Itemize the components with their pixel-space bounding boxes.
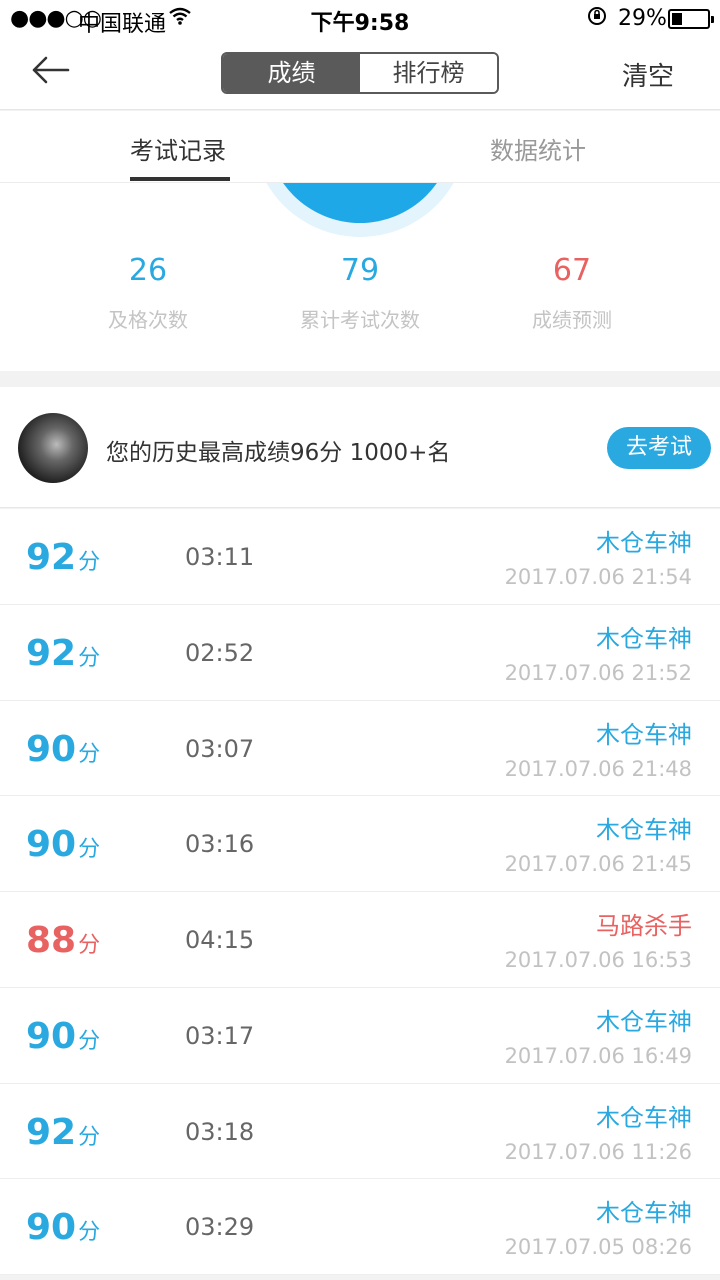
clock: 下午9:58 — [310, 11, 410, 36]
record-title: 木仓车神 — [596, 1199, 692, 1228]
stat-value: 26 — [128, 253, 168, 288]
score-unit: 分 — [78, 550, 101, 575]
segment-ranking[interactable]: 排行榜 — [360, 54, 497, 92]
record-title: 木仓车神 — [596, 1103, 692, 1132]
stat-pass-count: 26 及格次数 — [28, 253, 268, 333]
back-button[interactable] — [30, 50, 80, 94]
record-row[interactable]: 92分 03:11 木仓车神 2017.07.06 21:54 — [0, 509, 720, 605]
record-score: 90分 — [26, 1207, 100, 1248]
orientation-lock-icon — [586, 5, 608, 32]
record-date: 2017.07.06 11:26 — [504, 1139, 692, 1164]
record-score: 92分 — [26, 633, 100, 674]
record-score: 92分 — [26, 1112, 100, 1153]
stats-panel: 26 及格次数 79 累计考试次数 67 成绩预测 — [0, 183, 720, 371]
record-date: 2017.07.06 16:53 — [504, 948, 692, 972]
record-duration: 04:15 — [185, 926, 255, 954]
avatar[interactable] — [18, 413, 88, 483]
record-date: 2017.07.06 21:54 — [504, 565, 692, 589]
score-unit: 分 — [78, 1124, 101, 1150]
exam-record-list: 92分 03:11 木仓车神 2017.07.06 21:54 92分 02:52 木仓车神… — [0, 509, 720, 1275]
record-date: 2017.07.06 21:48 — [504, 756, 692, 781]
battery-fill — [672, 13, 682, 25]
score-value: 88 — [26, 920, 77, 961]
score-value: 90 — [26, 728, 77, 770]
record-score: 90分 — [26, 824, 100, 865]
stat-label: 成绩预测 — [532, 308, 612, 332]
record-title: 马路杀手 — [596, 912, 692, 940]
score-unit: 分 — [78, 837, 101, 863]
record-row[interactable]: 90分 03:07 木仓车神 2017.07.06 21:48 — [0, 701, 720, 797]
score-unit: 分 — [78, 1220, 101, 1246]
record-score: 90分 — [26, 729, 100, 770]
record-duration: 02:52 — [185, 638, 255, 667]
stat-score-prediction: 67 成绩预测 — [452, 253, 692, 333]
record-title: 木仓车神 — [596, 816, 692, 845]
score-unit: 分 — [78, 933, 101, 958]
back-arrow-icon — [32, 56, 70, 84]
tab-data-statistics[interactable]: 数据统计 — [490, 131, 586, 166]
record-score: 92分 — [26, 537, 100, 578]
record-row[interactable]: 90分 03:17 木仓车神 2017.07.06 16:49 — [0, 988, 720, 1084]
tab-exam-records[interactable]: 考试记录 — [130, 131, 226, 166]
score-value: 90 — [26, 824, 77, 866]
best-score-text: 您的历史最高成绩96分 1000+名 — [106, 440, 451, 466]
stat-label: 累计考试次数 — [300, 308, 420, 332]
record-row[interactable]: 92分 03:18 木仓车神 2017.07.06 11:26 — [0, 1084, 720, 1180]
score-value: 92 — [26, 537, 77, 578]
clear-button[interactable]: 清空 — [622, 56, 674, 93]
score-unit: 分 — [78, 741, 101, 767]
record-duration: 03:17 — [185, 1021, 255, 1050]
stat-value: 67 — [552, 253, 592, 288]
record-title: 木仓车神 — [596, 1007, 692, 1036]
record-score: 88分 — [26, 920, 100, 961]
segment-scores[interactable]: 成绩 — [223, 54, 360, 92]
nav-bar: 成绩 排行榜 清空 — [0, 36, 720, 110]
sub-tabs: 考试记录 数据统计 — [0, 111, 720, 183]
record-date: 2017.07.05 08:26 — [504, 1235, 692, 1260]
record-duration: 03:11 — [185, 543, 255, 571]
record-row[interactable]: 88分 04:15 马路杀手 2017.07.06 16:53 — [0, 892, 720, 988]
segmented-control: 成绩 排行榜 — [221, 52, 499, 94]
status-bar: ●●●○○ 中国联通 下午9:58 29% — [0, 0, 720, 37]
score-value: 92 — [26, 1111, 77, 1153]
stat-label: 及格次数 — [108, 308, 188, 332]
battery-percent: 29% — [618, 6, 667, 31]
score-gauge — [252, 183, 468, 237]
best-score-banner: 您的历史最高成绩96分 1000+名 去考试 — [0, 387, 720, 508]
record-duration: 03:16 — [185, 830, 255, 859]
battery-icon — [668, 9, 714, 29]
go-exam-button[interactable]: 去考试 — [607, 427, 711, 469]
active-tab-indicator — [130, 177, 230, 181]
record-duration: 03:07 — [185, 734, 255, 763]
record-date: 2017.07.06 16:49 — [504, 1043, 692, 1068]
score-value: 92 — [26, 632, 77, 674]
record-title: 木仓车神 — [596, 624, 692, 653]
record-date: 2017.07.06 21:52 — [504, 660, 692, 685]
score-value: 90 — [26, 1207, 77, 1249]
score-unit: 分 — [78, 1028, 101, 1054]
record-row[interactable]: 92分 02:52 木仓车神 2017.07.06 21:52 — [0, 605, 720, 701]
record-title: 木仓车神 — [596, 529, 692, 557]
stat-value: 79 — [340, 253, 380, 288]
score-value: 90 — [26, 1015, 77, 1057]
score-unit: 分 — [78, 645, 101, 671]
record-duration: 03:29 — [185, 1213, 255, 1242]
record-row[interactable]: 90分 03:29 木仓车神 2017.07.05 08:26 — [0, 1179, 720, 1275]
record-score: 90分 — [26, 1016, 100, 1057]
record-date: 2017.07.06 21:45 — [504, 852, 692, 877]
record-row[interactable]: 90分 03:16 木仓车神 2017.07.06 21:45 — [0, 796, 720, 892]
record-title: 木仓车神 — [596, 720, 692, 749]
record-duration: 03:18 — [185, 1117, 255, 1146]
stat-total-exams: 79 累计考试次数 — [240, 253, 480, 333]
